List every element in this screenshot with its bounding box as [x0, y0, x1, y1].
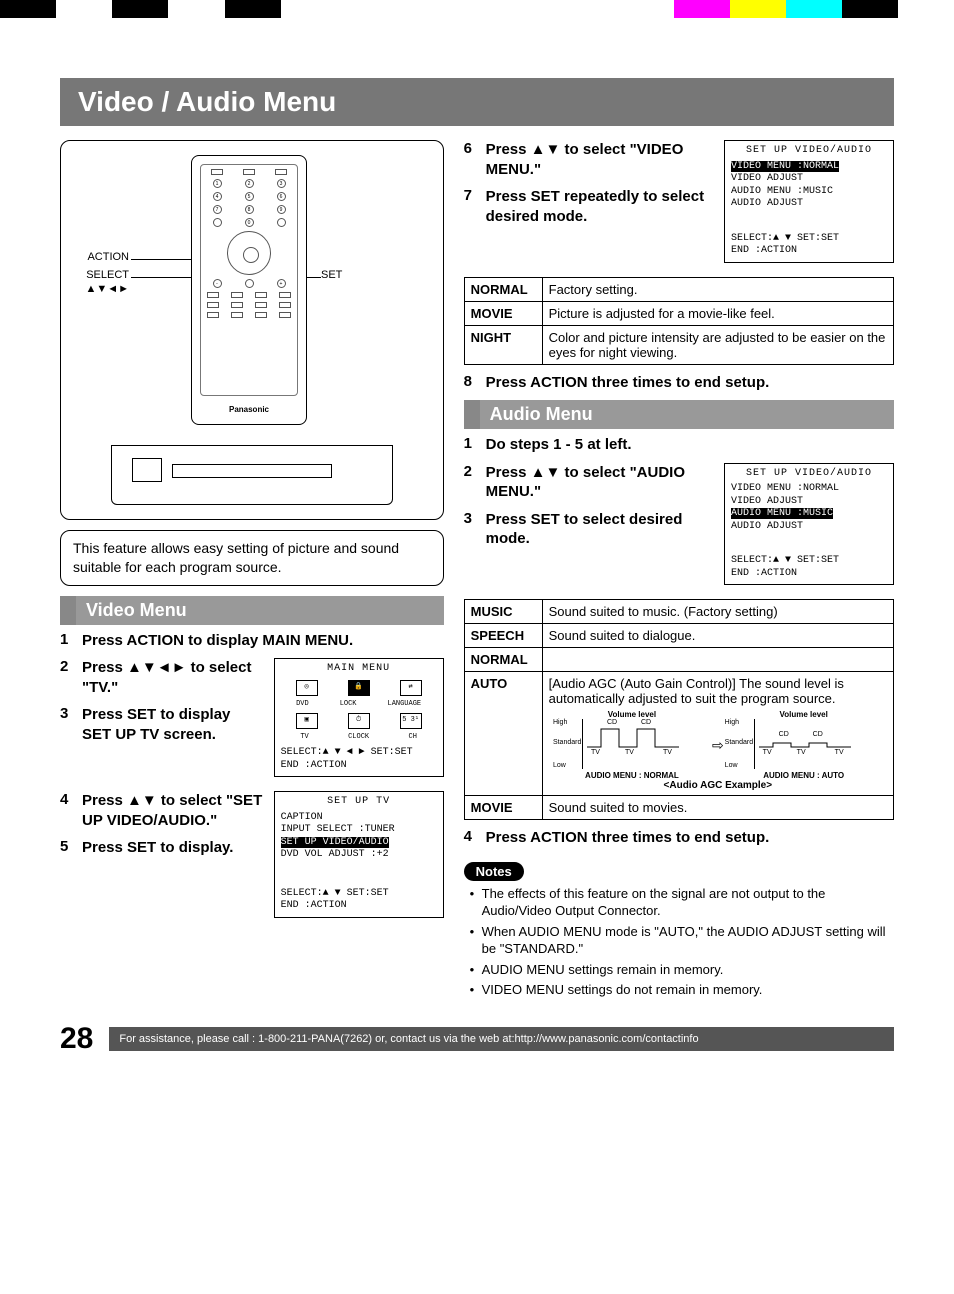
step-number: 2 — [60, 658, 82, 697]
step-text: Press ▲▼ to select "VIDEO MENU." — [486, 140, 714, 179]
step-number: 3 — [464, 510, 486, 549]
agc-example-caption: <Audio AGC Example> — [549, 780, 887, 791]
audio-modes-table: MUSICSound suited to music. (Factory set… — [464, 599, 894, 820]
remote-outline: 123 456 789 0 -+ Panasonic — [191, 155, 307, 425]
step-number: 4 — [60, 791, 82, 830]
label-action: ACTION — [69, 251, 129, 263]
step-text: Press SET to select desired mode. — [486, 510, 714, 549]
remote-brand: Panasonic — [192, 405, 306, 414]
notes-list: The effects of this feature on the signa… — [468, 885, 894, 999]
audio-menu-header: Audio Menu — [464, 400, 894, 429]
step-number: 1 — [60, 631, 82, 651]
video-modes-table: NORMALFactory setting. MOVIEPicture is a… — [464, 277, 894, 365]
step-number: 4 — [464, 828, 486, 848]
footer-assistance: For assistance, please call : 1-800-211-… — [109, 1027, 894, 1051]
step-number: 2 — [464, 463, 486, 502]
step-number: 8 — [464, 373, 486, 393]
auto-desc: [Audio AGC (Auto Gain Control)] The soun… — [549, 676, 887, 706]
device-front-panel — [111, 445, 393, 505]
osd-icon-language: ⇄ — [400, 680, 422, 696]
step-text: Press ▲▼◄► to select "TV." — [82, 658, 264, 697]
step-text: Do steps 1 - 5 at left. — [486, 435, 894, 455]
step-text: Press SET to display SET UP TV screen. — [82, 705, 264, 744]
page-title: Video / Audio Menu — [60, 78, 894, 126]
color-registration-bar — [0, 0, 954, 18]
step-number: 3 — [60, 705, 82, 744]
step-text: Press SET to display. — [82, 838, 264, 858]
step-text: Press ▲▼ to select "SET UP VIDEO/AUDIO." — [82, 791, 264, 830]
osd-icon-ch: 5 3¹ — [400, 713, 422, 729]
label-select: SELECT — [69, 269, 129, 281]
step-text: Press SET repeatedly to select desired m… — [486, 187, 714, 226]
step-text: Press ACTION three times to end setup. — [486, 828, 894, 848]
remote-illustration: 123 456 789 0 -+ Panasonic ACTION SE — [60, 140, 444, 520]
osd-icon-tv: ▣ — [296, 713, 318, 729]
osd-audio: SET UP VIDEO/AUDIO VIDEO MENU :NORMAL VI… — [724, 463, 894, 586]
osd-icon-dvd: ◎ — [296, 680, 318, 696]
step-text: Press ACTION three times to end setup. — [486, 373, 894, 393]
osd-icon-lock: 🔒 — [348, 680, 370, 696]
osd-icon-clock: ⏱ — [348, 713, 370, 729]
label-set: SET — [321, 269, 361, 281]
notes-header: Notes — [464, 862, 524, 881]
video-menu-header: Video Menu — [60, 596, 444, 625]
step-number: 5 — [60, 838, 82, 858]
agc-diagram: Volume level High Standard Low TV — [549, 710, 887, 780]
step-number: 6 — [464, 140, 486, 179]
step-number: 1 — [464, 435, 486, 455]
note-item: AUDIO MENU settings remain in memory. — [468, 961, 894, 979]
step-text: Press ▲▼ to select "AUDIO MENU." — [486, 463, 714, 502]
step-number: 7 — [464, 187, 486, 226]
note-item: When AUDIO MENU mode is "AUTO," the AUDI… — [468, 923, 894, 958]
label-arrows: ▲▼◄► — [69, 283, 129, 295]
osd-setup-tv: SET UP TV CAPTION INPUT SELECT :TUNER SE… — [274, 791, 444, 918]
osd-main-menu: MAIN MENU ◎ 🔒 ⇄ DVDLOCKLANGUAGE ▣ — [274, 658, 444, 777]
osd-video-audio: SET UP VIDEO/AUDIO VIDEO MENU :NORMAL VI… — [724, 140, 894, 263]
note-item: VIDEO MENU settings do not remain in mem… — [468, 981, 894, 999]
note-item: The effects of this feature on the signa… — [468, 885, 894, 920]
step-text: Press ACTION to display MAIN MENU. — [82, 631, 444, 651]
page-number: 28 — [60, 1022, 93, 1056]
intro-text: This feature allows easy setting of pict… — [60, 530, 444, 586]
